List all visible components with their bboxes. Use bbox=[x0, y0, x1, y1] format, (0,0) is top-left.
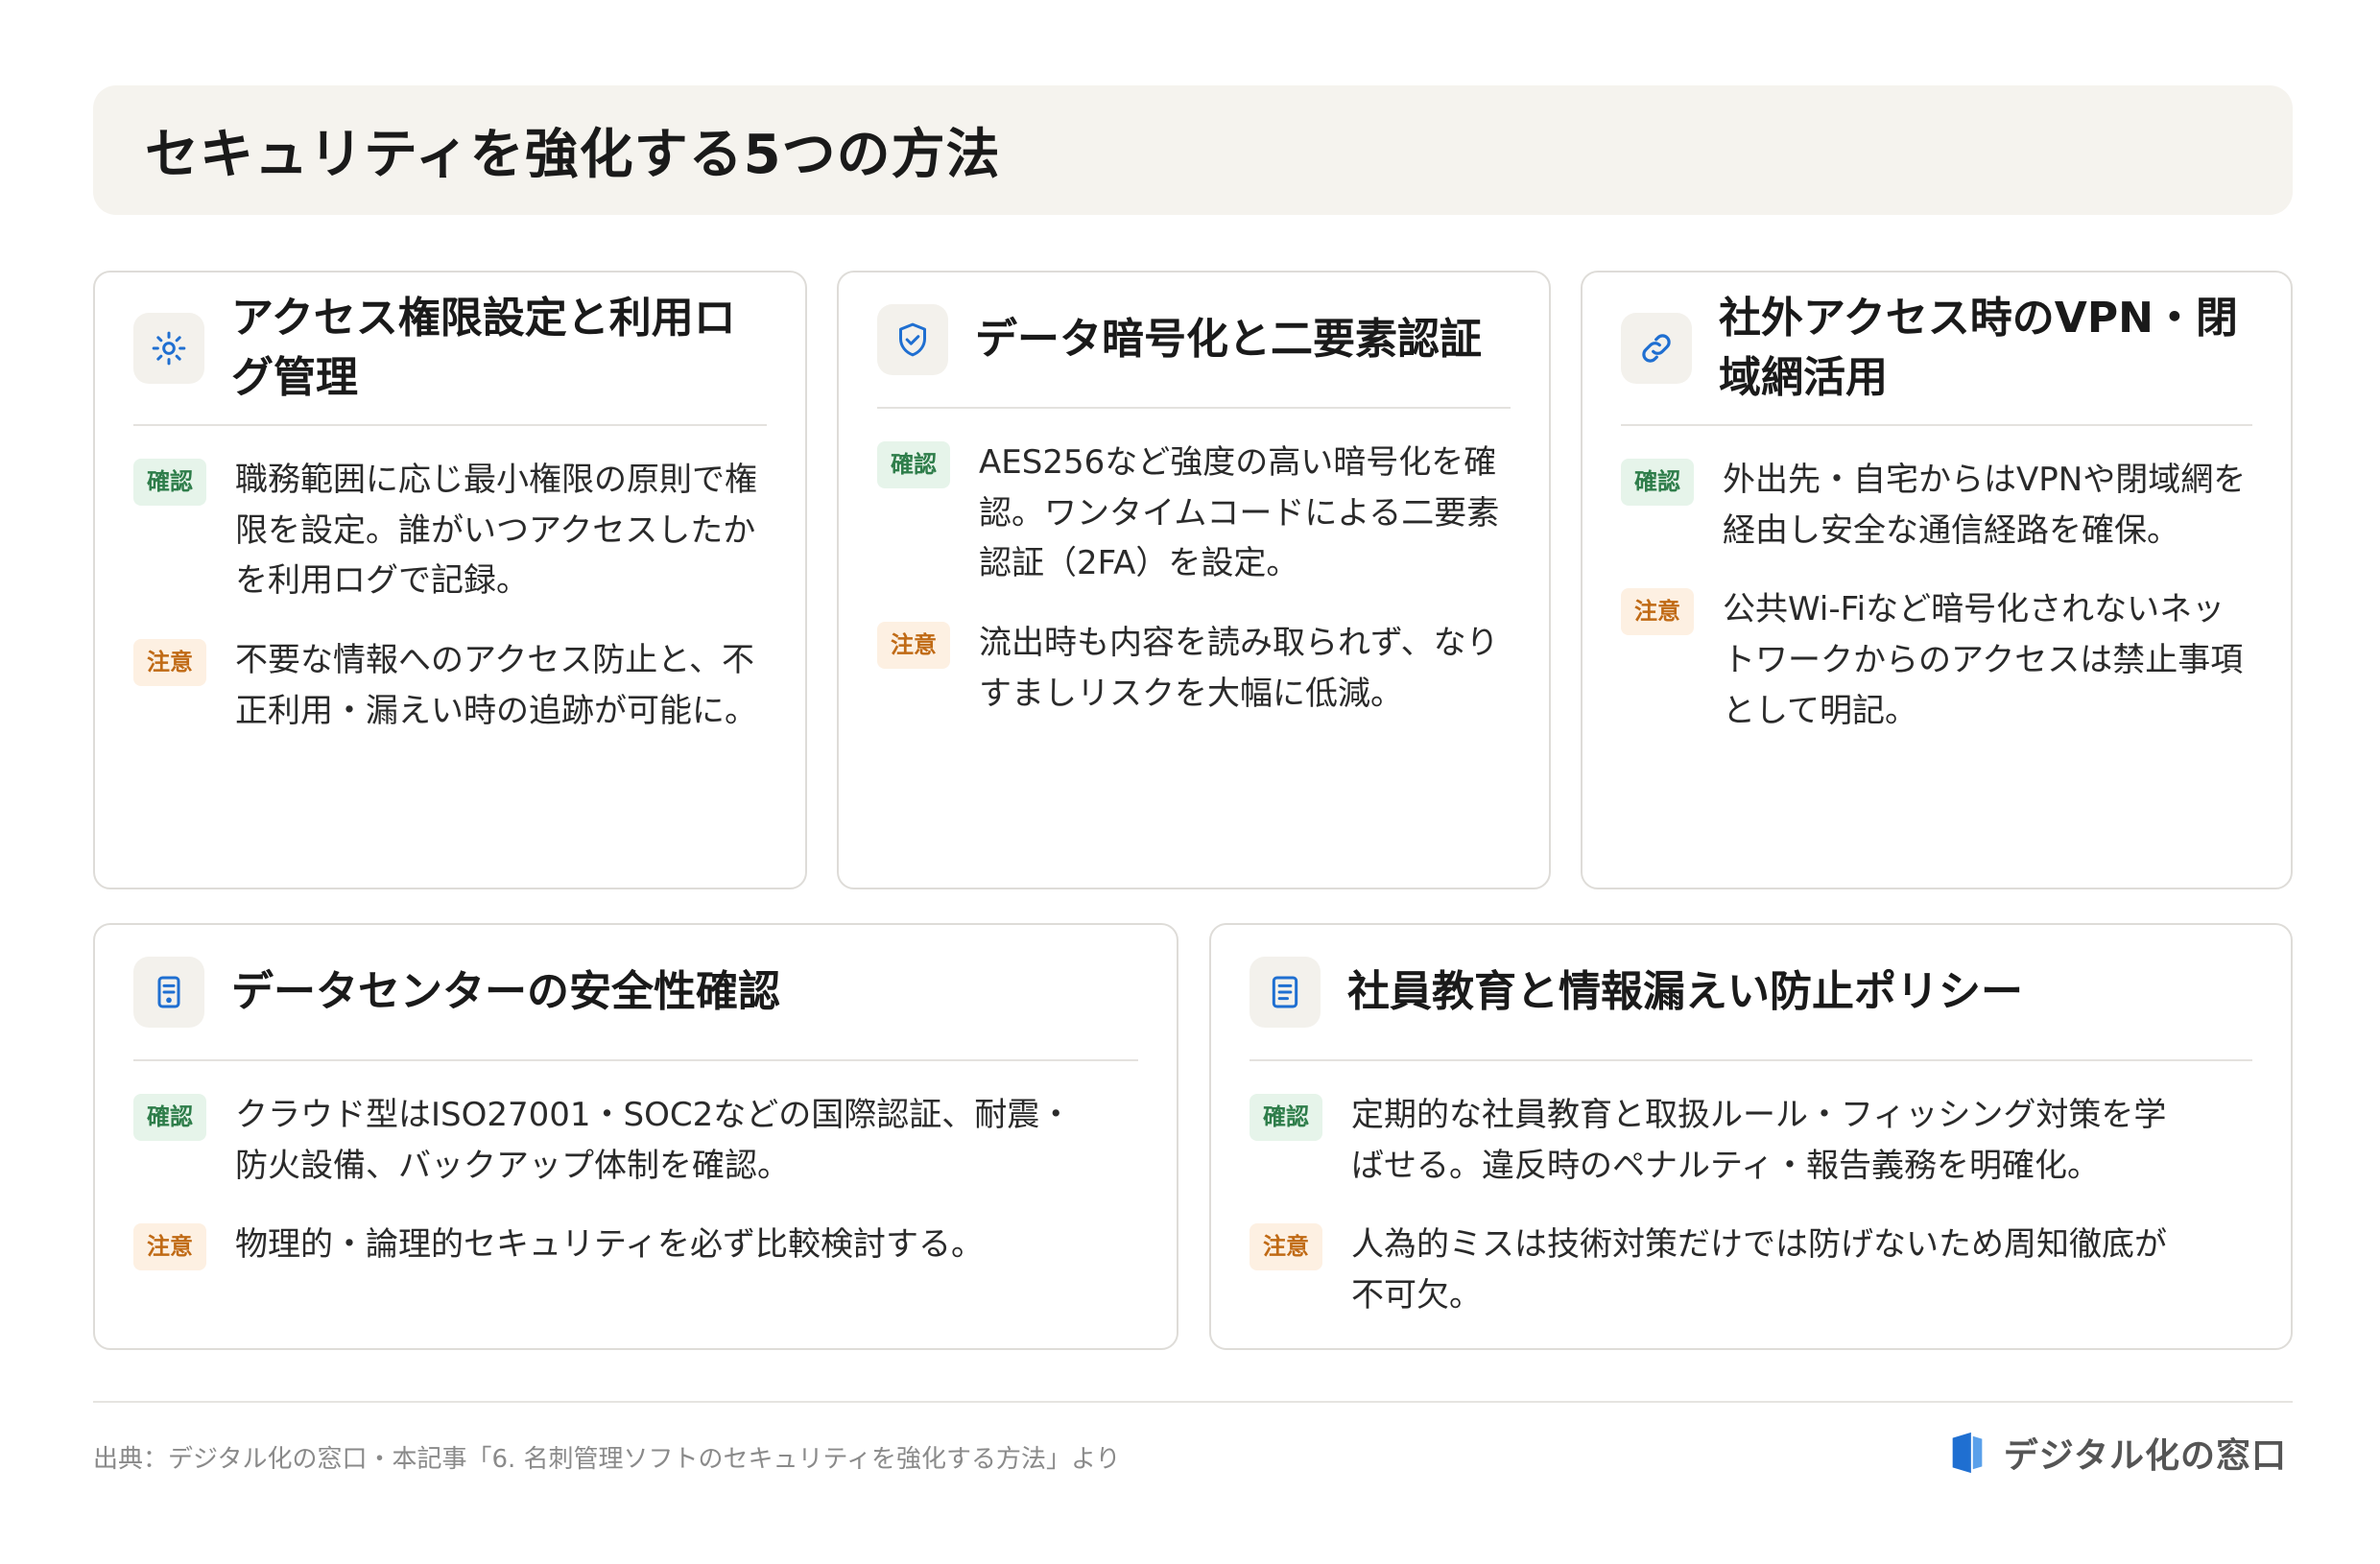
confirm-badge: 確認 bbox=[1621, 459, 1694, 506]
confirm-row: 確認 クラウド型はISO27001・SOC2などの国際認証、耐震・防火設備、バッ… bbox=[133, 1090, 1138, 1191]
warn-text: 不要な情報へのアクセス防止と、不正利用・漏えい時の追跡が可能に。 bbox=[235, 641, 757, 730]
server-icon bbox=[133, 957, 204, 1028]
card-access-control: アクセス権限設定と利用ログ管理 確認 職務範囲に応じ最小権限の原則で権限を設定。… bbox=[93, 271, 807, 889]
warn-text: 人為的ミスは技術対策だけでは防げないため周知徹底が不可欠。 bbox=[1351, 1225, 2167, 1315]
document-icon bbox=[1250, 957, 1321, 1028]
card-title: データセンターの安全性確認 bbox=[231, 967, 780, 1017]
card-header: データセンターの安全性確認 bbox=[133, 925, 1138, 1061]
card-header: 社員教育と情報漏えい防止ポリシー bbox=[1250, 925, 2252, 1061]
warn-row: 注意 物理的・論理的セキュリティを必ず比較検討する。 bbox=[133, 1220, 1138, 1271]
confirm-badge: 確認 bbox=[133, 459, 206, 506]
title-bar: セキュリティを強化する5つの方法 bbox=[93, 85, 2293, 215]
card-education: 社員教育と情報漏えい防止ポリシー 確認 定期的な社員教育と取扱ルール・フィッシン… bbox=[1209, 923, 2293, 1350]
warn-text: 物理的・論理的セキュリティを必ず比較検討する。 bbox=[235, 1225, 984, 1265]
warn-row: 注意 人為的ミスは技術対策だけでは防げないため周知徹底が不可欠。 bbox=[1250, 1220, 2252, 1320]
brand-mark-icon bbox=[1952, 1432, 1983, 1474]
warn-badge: 注意 bbox=[1621, 588, 1694, 636]
warn-badge: 注意 bbox=[133, 639, 206, 686]
confirm-row: 確認 外出先・自宅からはVPNや閉域網を経由し安全な通信経路を確保。 bbox=[1621, 455, 2252, 556]
source-note: 出典：デジタル化の窓口・本記事「6. 名刺管理ソフトのセキュリティを強化する方法… bbox=[93, 1445, 1121, 1474]
page-title: セキュリティを強化する5つの方法 bbox=[145, 124, 1001, 186]
confirm-row: 確認 職務範囲に応じ最小権限の原則で権限を設定。誰がいつアクセスしたかを利用ログ… bbox=[133, 455, 767, 606]
confirm-text: クラウド型はISO27001・SOC2などの国際認証、耐震・防火設備、バックアッ… bbox=[235, 1096, 1073, 1185]
footer-divider bbox=[93, 1401, 2293, 1403]
confirm-badge: 確認 bbox=[133, 1094, 206, 1141]
card-vpn: 社外アクセス時のVPN・閉域網活用 確認 外出先・自宅からはVPNや閉域網を経由… bbox=[1581, 271, 2293, 889]
confirm-row: 確認 AES256など強度の高い暗号化を確認。ワンタイムコードによる二要素認証（… bbox=[877, 438, 1511, 589]
brand-logo: デジタル化の窓口 bbox=[1948, 1428, 2287, 1478]
gear-icon bbox=[133, 313, 204, 384]
warn-row: 注意 公共Wi-Fiなど暗号化されないネットワークからのアクセスは禁止事項として… bbox=[1621, 584, 2252, 736]
shield-check-icon bbox=[877, 304, 948, 375]
card-datacenter: データセンターの安全性確認 確認 クラウド型はISO27001・SOC2などの国… bbox=[93, 923, 1178, 1350]
link-icon bbox=[1621, 313, 1692, 384]
warn-badge: 注意 bbox=[877, 622, 950, 669]
warn-badge: 注意 bbox=[133, 1223, 206, 1271]
brand-name: デジタル化の窓口 bbox=[2003, 1436, 2287, 1476]
confirm-row: 確認 定期的な社員教育と取扱ルール・フィッシング対策を学ばせる。違反時のペナルテ… bbox=[1250, 1090, 2252, 1191]
confirm-badge: 確認 bbox=[1250, 1094, 1322, 1141]
card-title: アクセス権限設定と利用ログ管理 bbox=[231, 294, 736, 402]
card-header: データ暗号化と二要素認証 bbox=[877, 273, 1511, 409]
card-title: データ暗号化と二要素認証 bbox=[975, 315, 1482, 365]
confirm-text: 定期的な社員教育と取扱ルール・フィッシング対策を学ばせる。違反時のペナルティ・報… bbox=[1351, 1096, 2167, 1185]
confirm-text: 外出先・自宅からはVPNや閉域網を経由し安全な通信経路を確保。 bbox=[1723, 461, 2247, 550]
warn-text: 公共Wi-Fiなど暗号化されないネットワークからのアクセスは禁止事項として明記。 bbox=[1723, 590, 2244, 730]
card-title: 社員教育と情報漏えい防止ポリシー bbox=[1347, 967, 2023, 1017]
warn-row: 注意 不要な情報へのアクセス防止と、不正利用・漏えい時の追跡が可能に。 bbox=[133, 635, 767, 736]
card-encryption: データ暗号化と二要素認証 確認 AES256など強度の高い暗号化を確認。ワンタイ… bbox=[837, 271, 1551, 889]
card-header: 社外アクセス時のVPN・閉域網活用 bbox=[1621, 273, 2252, 426]
confirm-text: AES256など強度の高い暗号化を確認。ワンタイムコードによる二要素認証（2FA… bbox=[979, 443, 1500, 583]
card-header: アクセス権限設定と利用ログ管理 bbox=[133, 273, 767, 426]
confirm-badge: 確認 bbox=[877, 441, 950, 488]
warn-text: 流出時も内容を読み取られず、なりすましリスクを大幅に低減。 bbox=[979, 624, 1499, 713]
card-title: 社外アクセス時のVPN・閉域網活用 bbox=[1719, 294, 2238, 402]
warn-row: 注意 流出時も内容を読み取られず、なりすましリスクを大幅に低減。 bbox=[877, 618, 1511, 719]
confirm-text: 職務範囲に応じ最小権限の原則で権限を設定。誰がいつアクセスしたかを利用ログで記録… bbox=[235, 461, 757, 601]
warn-badge: 注意 bbox=[1250, 1223, 1322, 1271]
